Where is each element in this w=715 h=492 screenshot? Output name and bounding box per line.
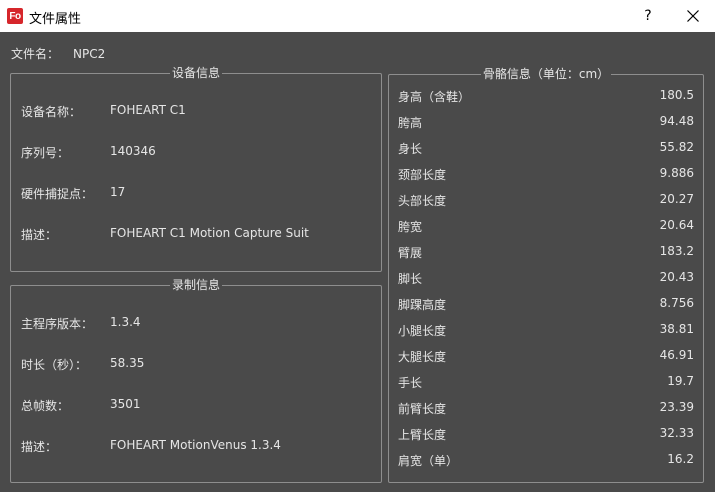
bone-row: 身长 55.82 (398, 140, 694, 156)
bone-row: 上臂长度 32.33 (398, 426, 694, 442)
bone-row: 手长 19.7 (398, 374, 694, 390)
total-frames-value: 3501 (110, 397, 141, 411)
record-description-label: 描述： (21, 440, 58, 454)
device-name-value: FOHEART C1 (110, 103, 186, 117)
device-info-title: 设备信息 (169, 66, 222, 80)
bone-value: 46.91 (659, 348, 694, 362)
bone-row: 臂展 183.2 (398, 244, 694, 260)
bone-label: 头部长度 (398, 194, 447, 208)
bone-value: 32.33 (659, 426, 694, 440)
device-info-group: 设备信息 设备名称： FOHEART C1 序列号： 140346 硬件捕捉点：… (10, 66, 382, 272)
bone-value: 23.39 (659, 400, 694, 414)
bone-label: 小腿长度 (398, 324, 447, 338)
bone-value: 20.43 (659, 270, 694, 284)
bone-value: 94.48 (659, 114, 694, 128)
bone-value: 20.27 (659, 192, 694, 206)
bone-row: 肩宽（单） 16.2 (398, 452, 694, 468)
bone-row: 脚长 20.43 (398, 270, 694, 286)
bone-row: 胯高 94.48 (398, 114, 694, 130)
title-bar: Fo 文件属性 ? (0, 0, 715, 32)
bone-row: 脚踝高度 8.756 (398, 296, 694, 312)
file-name-row: 文件名： NPC2 (11, 45, 105, 62)
bone-label: 肩宽（单） (398, 454, 459, 468)
duration-value: 58.35 (110, 356, 145, 370)
record-info-title: 录制信息 (169, 278, 222, 292)
app-logo-icon: Fo (7, 8, 23, 24)
device-description-value: FOHEART C1 Motion Capture Suit (110, 226, 309, 240)
bone-value: 16.2 (667, 452, 694, 466)
file-name-value: NPC2 (73, 47, 106, 61)
bone-value: 55.82 (659, 140, 694, 154)
bone-value: 19.7 (667, 374, 694, 388)
bone-label: 前臂长度 (398, 402, 447, 416)
bone-row: 身高（含鞋） 180.5 (398, 88, 694, 104)
bone-label: 身长 (398, 142, 423, 156)
file-name-label: 文件名： (11, 47, 60, 61)
bone-label: 身高（含鞋） (398, 90, 471, 104)
bone-label: 手长 (398, 376, 423, 390)
bone-row: 小腿长度 38.81 (398, 322, 694, 338)
bone-row: 胯宽 20.64 (398, 218, 694, 234)
window-title: 文件属性 (29, 12, 82, 27)
device-description-label: 描述： (21, 228, 58, 242)
bone-value: 183.2 (659, 244, 694, 258)
bone-row: 大腿长度 46.91 (398, 348, 694, 364)
bone-value: 180.5 (659, 88, 694, 102)
capture-points-value: 17 (110, 185, 126, 199)
close-icon (687, 10, 699, 22)
bone-label: 脚长 (398, 272, 423, 286)
total-frames-label: 总帧数： (21, 399, 70, 413)
program-version-label: 主程序版本： (21, 317, 94, 331)
bone-info-title: 骨骼信息（单位：cm） (480, 67, 612, 81)
program-version-value: 1.3.4 (110, 315, 141, 329)
bone-label: 大腿长度 (398, 350, 447, 364)
help-button[interactable]: ? (633, 0, 663, 32)
bone-value: 9.886 (659, 166, 694, 180)
serial-number-label: 序列号： (21, 146, 70, 160)
bone-label: 上臂长度 (398, 428, 447, 442)
bone-row: 颈部长度 9.886 (398, 166, 694, 182)
device-name-label: 设备名称： (21, 105, 82, 119)
serial-number-value: 140346 (110, 144, 156, 158)
bone-row: 头部长度 20.27 (398, 192, 694, 208)
bone-label: 胯宽 (398, 220, 423, 234)
bone-row: 前臂长度 23.39 (398, 400, 694, 416)
bone-label: 臂展 (398, 246, 423, 260)
bone-info-group: 骨骼信息（单位：cm） 身高（含鞋） 180.5 胯高 94.48 身长 55.82 … (388, 67, 704, 483)
record-info-group: 录制信息 主程序版本： 1.3.4 时长（秒）： 58.35 总帧数： 3501… (10, 278, 382, 483)
bone-label: 胯高 (398, 116, 423, 130)
bone-value: 38.81 (659, 322, 694, 336)
bone-value: 8.756 (659, 296, 694, 310)
close-button[interactable] (675, 0, 711, 32)
bone-label: 脚踝高度 (398, 298, 447, 312)
record-description-value: FOHEART MotionVenus 1.3.4 (110, 438, 281, 452)
duration-label: 时长（秒）： (21, 358, 88, 372)
bone-label: 颈部长度 (398, 168, 447, 182)
bone-value: 20.64 (659, 218, 694, 232)
capture-points-label: 硬件捕捉点： (21, 187, 94, 201)
